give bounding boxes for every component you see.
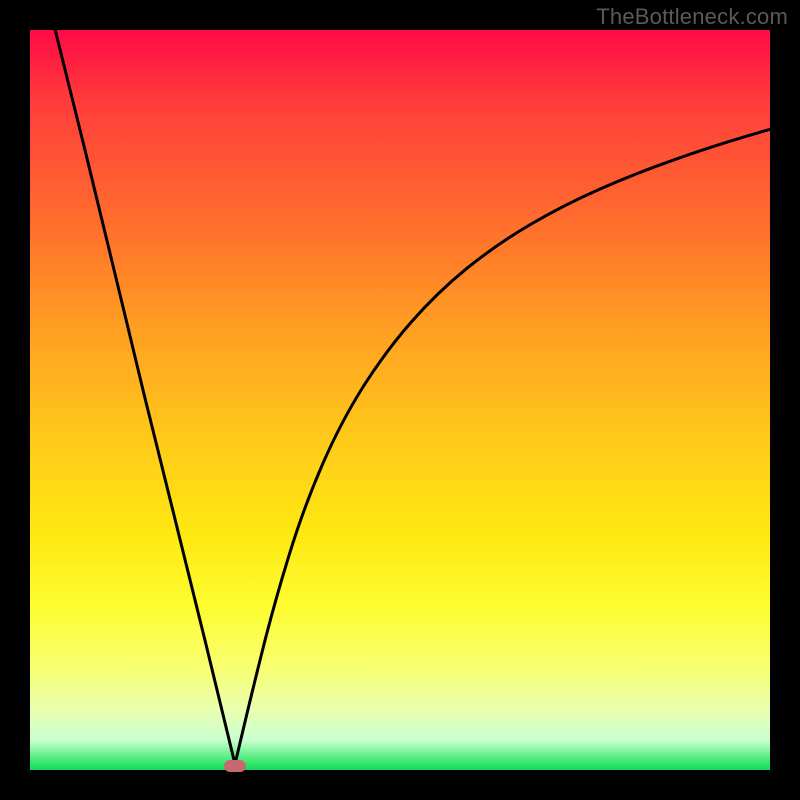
chart-frame: TheBottleneck.com [0,0,800,800]
curve-svg [30,30,770,770]
min-marker [224,760,246,772]
left-branch-path [55,30,235,764]
right-branch-path [235,129,770,764]
watermark-text: TheBottleneck.com [596,4,788,30]
plot-area [30,30,770,770]
